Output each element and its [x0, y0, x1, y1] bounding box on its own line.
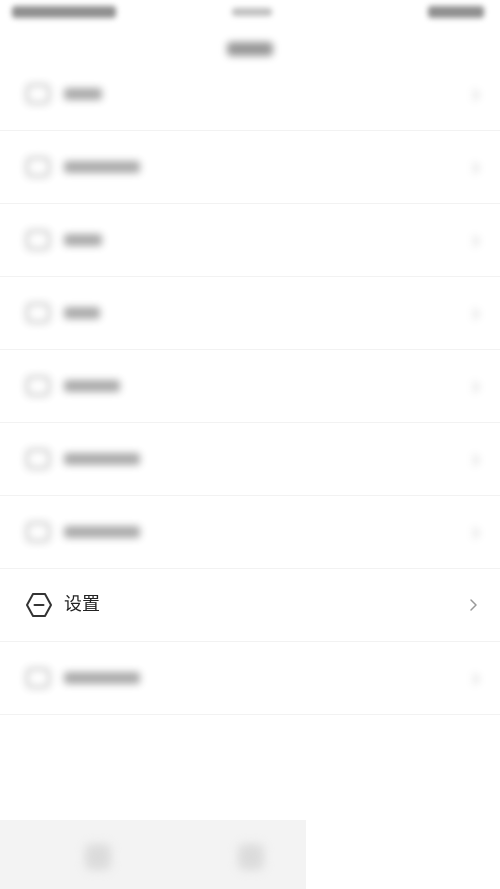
bottom-nav-item[interactable]	[238, 844, 264, 870]
menu-item-6[interactable]	[0, 423, 500, 496]
chevron-right-icon	[468, 527, 480, 539]
chevron-right-icon	[468, 595, 478, 615]
menu-item-settings[interactable]: 设置	[0, 569, 500, 642]
menu-item-icon	[26, 230, 50, 250]
menu-item-7[interactable]	[0, 496, 500, 569]
menu-item-label	[64, 453, 140, 465]
chevron-right-icon	[468, 308, 480, 320]
status-bar-left	[12, 6, 116, 18]
menu-item-icon	[26, 449, 50, 469]
bottom-navigation	[0, 820, 306, 889]
menu-item-5[interactable]	[0, 350, 500, 423]
chevron-right-icon	[468, 454, 480, 466]
chevron-right-icon	[468, 162, 480, 174]
menu-item-icon	[26, 376, 50, 396]
menu-item-icon	[26, 668, 50, 688]
menu-item-label	[64, 88, 102, 100]
menu-item-label	[64, 526, 140, 538]
menu-item-4[interactable]	[0, 277, 500, 350]
menu-item-label	[64, 234, 102, 246]
menu-item-3[interactable]	[0, 204, 500, 277]
menu-list: 设置	[0, 58, 500, 715]
chevron-right-icon	[468, 673, 480, 685]
menu-item-label: 设置	[64, 594, 100, 615]
menu-item-icon	[26, 84, 50, 104]
status-bar-center	[232, 8, 272, 16]
menu-item-1[interactable]	[0, 58, 500, 131]
menu-item-icon	[26, 522, 50, 542]
status-bar-right	[428, 6, 484, 18]
chevron-right-icon	[468, 89, 480, 101]
chevron-right-icon	[468, 381, 480, 393]
menu-item-icon	[26, 157, 50, 177]
menu-item-2[interactable]	[0, 131, 500, 204]
menu-item-icon	[26, 303, 50, 323]
hexagon-minus-icon	[25, 592, 53, 618]
bottom-nav-item[interactable]	[85, 844, 111, 870]
menu-item-9[interactable]	[0, 642, 500, 715]
menu-item-label	[64, 307, 100, 319]
menu-item-label	[64, 161, 140, 173]
menu-item-label	[64, 672, 140, 684]
chevron-right-icon	[468, 235, 480, 247]
status-bar	[0, 0, 500, 28]
page-title	[227, 42, 273, 56]
menu-item-label	[64, 380, 120, 392]
